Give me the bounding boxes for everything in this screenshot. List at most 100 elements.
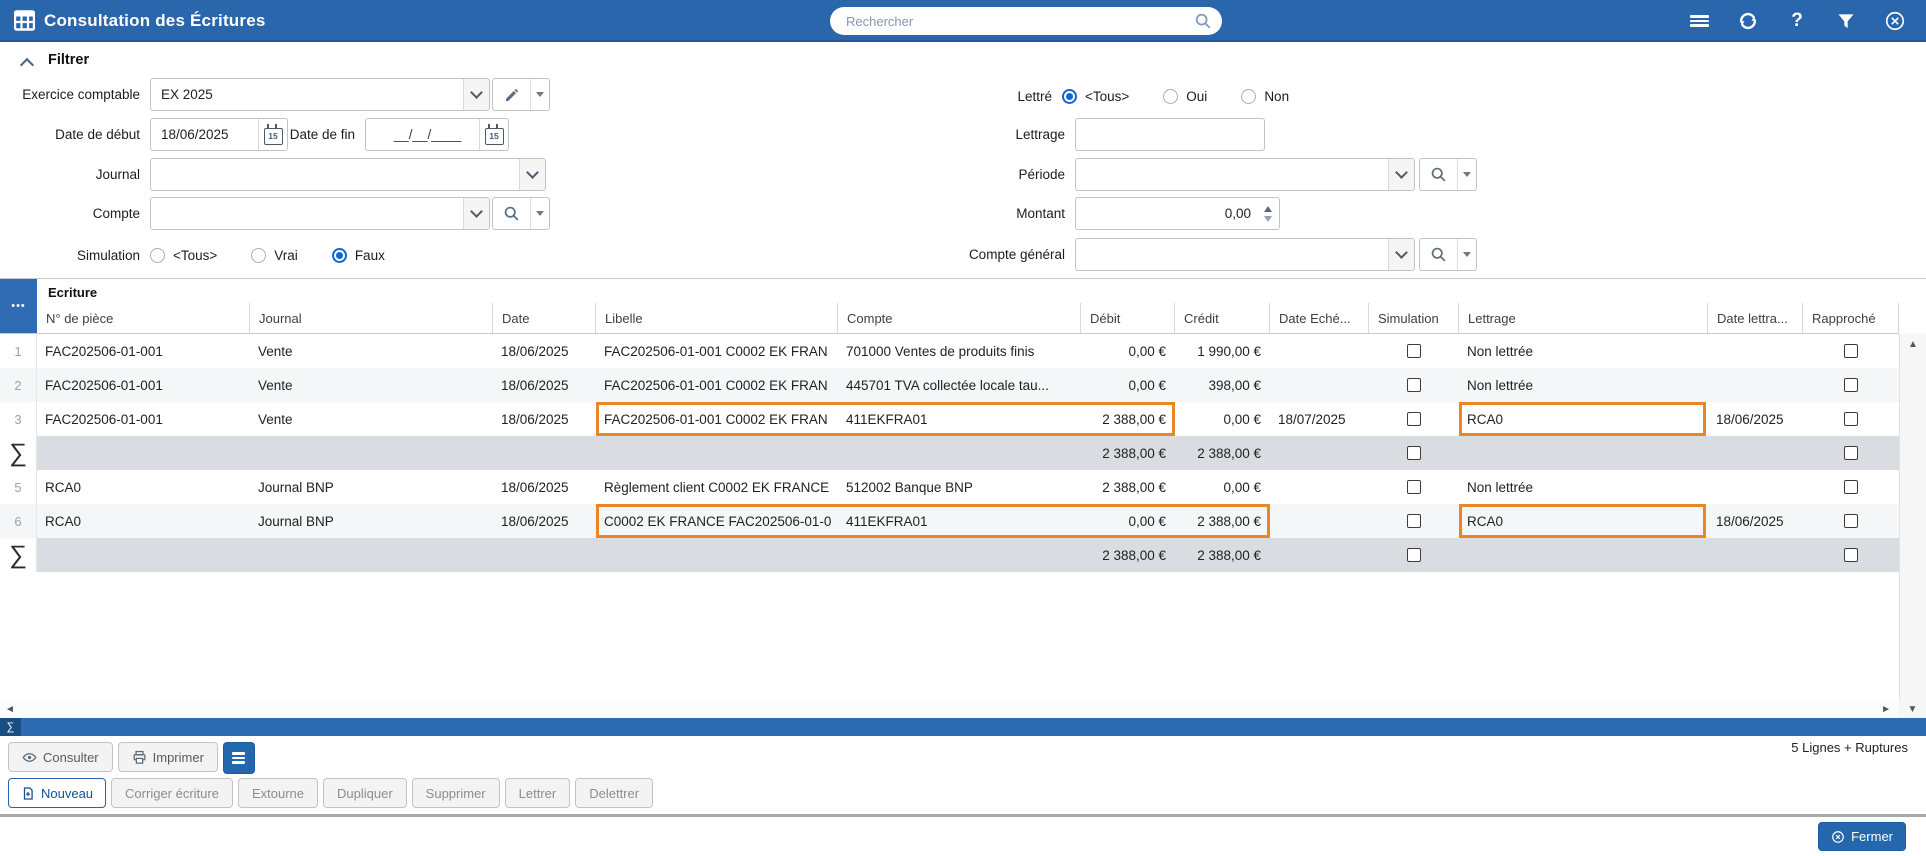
simulation-checkbox[interactable] bbox=[1407, 480, 1421, 494]
column-header-lettrage[interactable]: Lettrage bbox=[1459, 303, 1708, 333]
corriger-ecriture-button[interactable]: Corriger écriture bbox=[111, 778, 233, 808]
column-header-debit[interactable]: Débit bbox=[1081, 303, 1175, 333]
simulation-checkbox[interactable] bbox=[1407, 446, 1421, 460]
table-row[interactable]: 1 FAC202506-01-001 Vente 18/06/2025 FAC2… bbox=[0, 334, 1899, 368]
filter-funnel-icon[interactable] bbox=[1835, 10, 1857, 32]
column-header-piece[interactable]: N° de pièce bbox=[37, 303, 250, 333]
compte-general-dropdown-icon[interactable] bbox=[1388, 239, 1414, 270]
simulation-checkbox[interactable] bbox=[1407, 548, 1421, 562]
table-row[interactable]: 5 RCA0 Journal BNP 18/06/2025 Règlement … bbox=[0, 470, 1899, 504]
simulation-checkbox[interactable] bbox=[1407, 412, 1421, 426]
rapproche-checkbox[interactable] bbox=[1844, 446, 1858, 460]
column-header-rapproche[interactable]: Rapproché bbox=[1803, 303, 1899, 333]
filter-title: Filtrer bbox=[48, 52, 90, 68]
date-fin-input[interactable]: __/__/____ 15 bbox=[365, 118, 509, 151]
search-input[interactable] bbox=[844, 12, 1194, 30]
rapproche-checkbox[interactable] bbox=[1844, 412, 1858, 426]
lettre-oui-label: Oui bbox=[1186, 88, 1208, 104]
scroll-left-icon[interactable]: ◄ bbox=[5, 704, 15, 715]
lookup-more-icon[interactable] bbox=[530, 198, 549, 229]
cell-simulation bbox=[1369, 504, 1459, 538]
cell-date-lettrage bbox=[1708, 538, 1803, 572]
grid-menu-button[interactable]: ••• bbox=[0, 279, 37, 333]
montant-spinner[interactable] bbox=[1264, 198, 1272, 229]
close-window-icon[interactable] bbox=[1884, 10, 1906, 32]
column-header-simulation[interactable]: Simulation bbox=[1369, 303, 1459, 333]
consulter-button[interactable]: Consulter bbox=[8, 742, 113, 772]
rapproche-checkbox[interactable] bbox=[1844, 480, 1858, 494]
search-icon[interactable] bbox=[1194, 12, 1212, 30]
table-row[interactable]: 3 FAC202506-01-001 Vente 18/06/2025 FAC2… bbox=[0, 402, 1899, 436]
rapproche-checkbox[interactable] bbox=[1844, 514, 1858, 528]
journal-label: Journal bbox=[95, 167, 140, 182]
lettre-oui-radio[interactable] bbox=[1163, 88, 1179, 104]
compte-general-select[interactable] bbox=[1075, 238, 1415, 271]
date-debut-input[interactable]: 18/06/2025 15 bbox=[150, 118, 288, 151]
lookup-more-icon[interactable] bbox=[1457, 239, 1476, 270]
refresh-icon[interactable] bbox=[1737, 10, 1759, 32]
action-toolbar: Consulter Imprimer 5 Lignes + Ruptures N… bbox=[0, 736, 1926, 814]
simulation-radio-group: <Tous> Vrai Faux bbox=[150, 245, 510, 265]
table-row[interactable]: 6 RCA0 Journal BNP 18/06/2025 C0002 EK F… bbox=[0, 504, 1899, 538]
delettrer-button[interactable]: Delettrer bbox=[575, 778, 654, 808]
magnifier-icon[interactable] bbox=[1420, 159, 1457, 190]
column-header-libelle[interactable]: Libelle bbox=[596, 303, 838, 333]
column-header-echeance[interactable]: Date Eché... bbox=[1270, 303, 1369, 333]
column-header-date-lettrage[interactable]: Date lettra... bbox=[1708, 303, 1803, 333]
column-header-credit[interactable]: Crédit bbox=[1175, 303, 1270, 333]
column-header-date[interactable]: Date bbox=[493, 303, 596, 333]
pencil-more-icon[interactable] bbox=[530, 79, 549, 110]
periode-select[interactable] bbox=[1075, 158, 1415, 191]
cell-debit: 0,00 € bbox=[1081, 368, 1175, 402]
help-icon[interactable]: ? bbox=[1786, 10, 1808, 32]
compte-dropdown-icon[interactable] bbox=[463, 198, 489, 229]
table-row[interactable]: 2 FAC202506-01-001 Vente 18/06/2025 FAC2… bbox=[0, 368, 1899, 402]
vertical-scrollbar[interactable]: ▲ bbox=[1899, 334, 1926, 701]
scroll-up-icon[interactable]: ▲ bbox=[1900, 339, 1926, 350]
lookup-more-icon[interactable] bbox=[1457, 159, 1476, 190]
simulation-faux-radio[interactable] bbox=[331, 247, 347, 263]
simulation-checkbox[interactable] bbox=[1407, 344, 1421, 358]
extourne-button[interactable]: Extourne bbox=[237, 778, 319, 808]
nouveau-button[interactable]: Nouveau bbox=[8, 778, 107, 808]
collapse-filter-icon[interactable] bbox=[19, 57, 35, 73]
simulation-vrai-radio[interactable] bbox=[251, 247, 267, 263]
rapproche-checkbox[interactable] bbox=[1844, 378, 1858, 392]
cell-lettrage: Non lettrée bbox=[1459, 368, 1708, 402]
lettrer-button[interactable]: Lettrer bbox=[504, 778, 571, 808]
lettre-tous-radio[interactable] bbox=[1062, 88, 1077, 104]
periode-dropdown-icon[interactable] bbox=[1388, 159, 1414, 190]
column-header-compte[interactable]: Compte bbox=[838, 303, 1081, 333]
montant-input[interactable]: 0,00 bbox=[1075, 197, 1280, 230]
calendar-icon[interactable]: 15 bbox=[258, 119, 287, 150]
rapproche-checkbox[interactable] bbox=[1844, 548, 1858, 562]
pencil-icon[interactable] bbox=[493, 79, 530, 110]
exercice-select[interactable]: EX 2025 bbox=[150, 78, 490, 111]
cell-lettrage: RCA0 bbox=[1459, 504, 1708, 538]
calendar-icon[interactable]: 15 bbox=[479, 119, 508, 150]
scroll-down-icon[interactable]: ▼ bbox=[1899, 701, 1926, 719]
lettre-non-radio[interactable] bbox=[1241, 88, 1257, 104]
rapproche-checkbox[interactable] bbox=[1844, 344, 1858, 358]
exercice-dropdown-icon[interactable] bbox=[463, 79, 489, 110]
horizontal-scrollbar[interactable]: ◄ ► bbox=[0, 701, 1899, 719]
journal-dropdown-icon[interactable] bbox=[519, 159, 545, 190]
toolbar-menu-button[interactable] bbox=[222, 742, 255, 774]
simulation-checkbox[interactable] bbox=[1407, 378, 1421, 392]
fermer-button[interactable]: Fermer bbox=[1818, 822, 1906, 851]
imprimer-button[interactable]: Imprimer bbox=[117, 742, 218, 772]
menu-icon[interactable] bbox=[1688, 10, 1710, 32]
column-header-journal[interactable]: Journal bbox=[250, 303, 493, 333]
eye-icon bbox=[22, 752, 37, 762]
dupliquer-button[interactable]: Dupliquer bbox=[323, 778, 407, 808]
supprimer-button[interactable]: Supprimer bbox=[411, 778, 500, 808]
simulation-checkbox[interactable] bbox=[1407, 514, 1421, 528]
compte-select[interactable] bbox=[150, 197, 490, 230]
simulation-tous-radio[interactable] bbox=[150, 247, 165, 263]
journal-select[interactable] bbox=[150, 158, 546, 191]
magnifier-icon[interactable] bbox=[1420, 239, 1457, 270]
scroll-right-icon[interactable]: ► bbox=[1881, 704, 1891, 715]
global-search[interactable] bbox=[830, 7, 1222, 35]
lettrage-input[interactable] bbox=[1075, 118, 1265, 151]
magnifier-icon[interactable] bbox=[493, 198, 530, 229]
